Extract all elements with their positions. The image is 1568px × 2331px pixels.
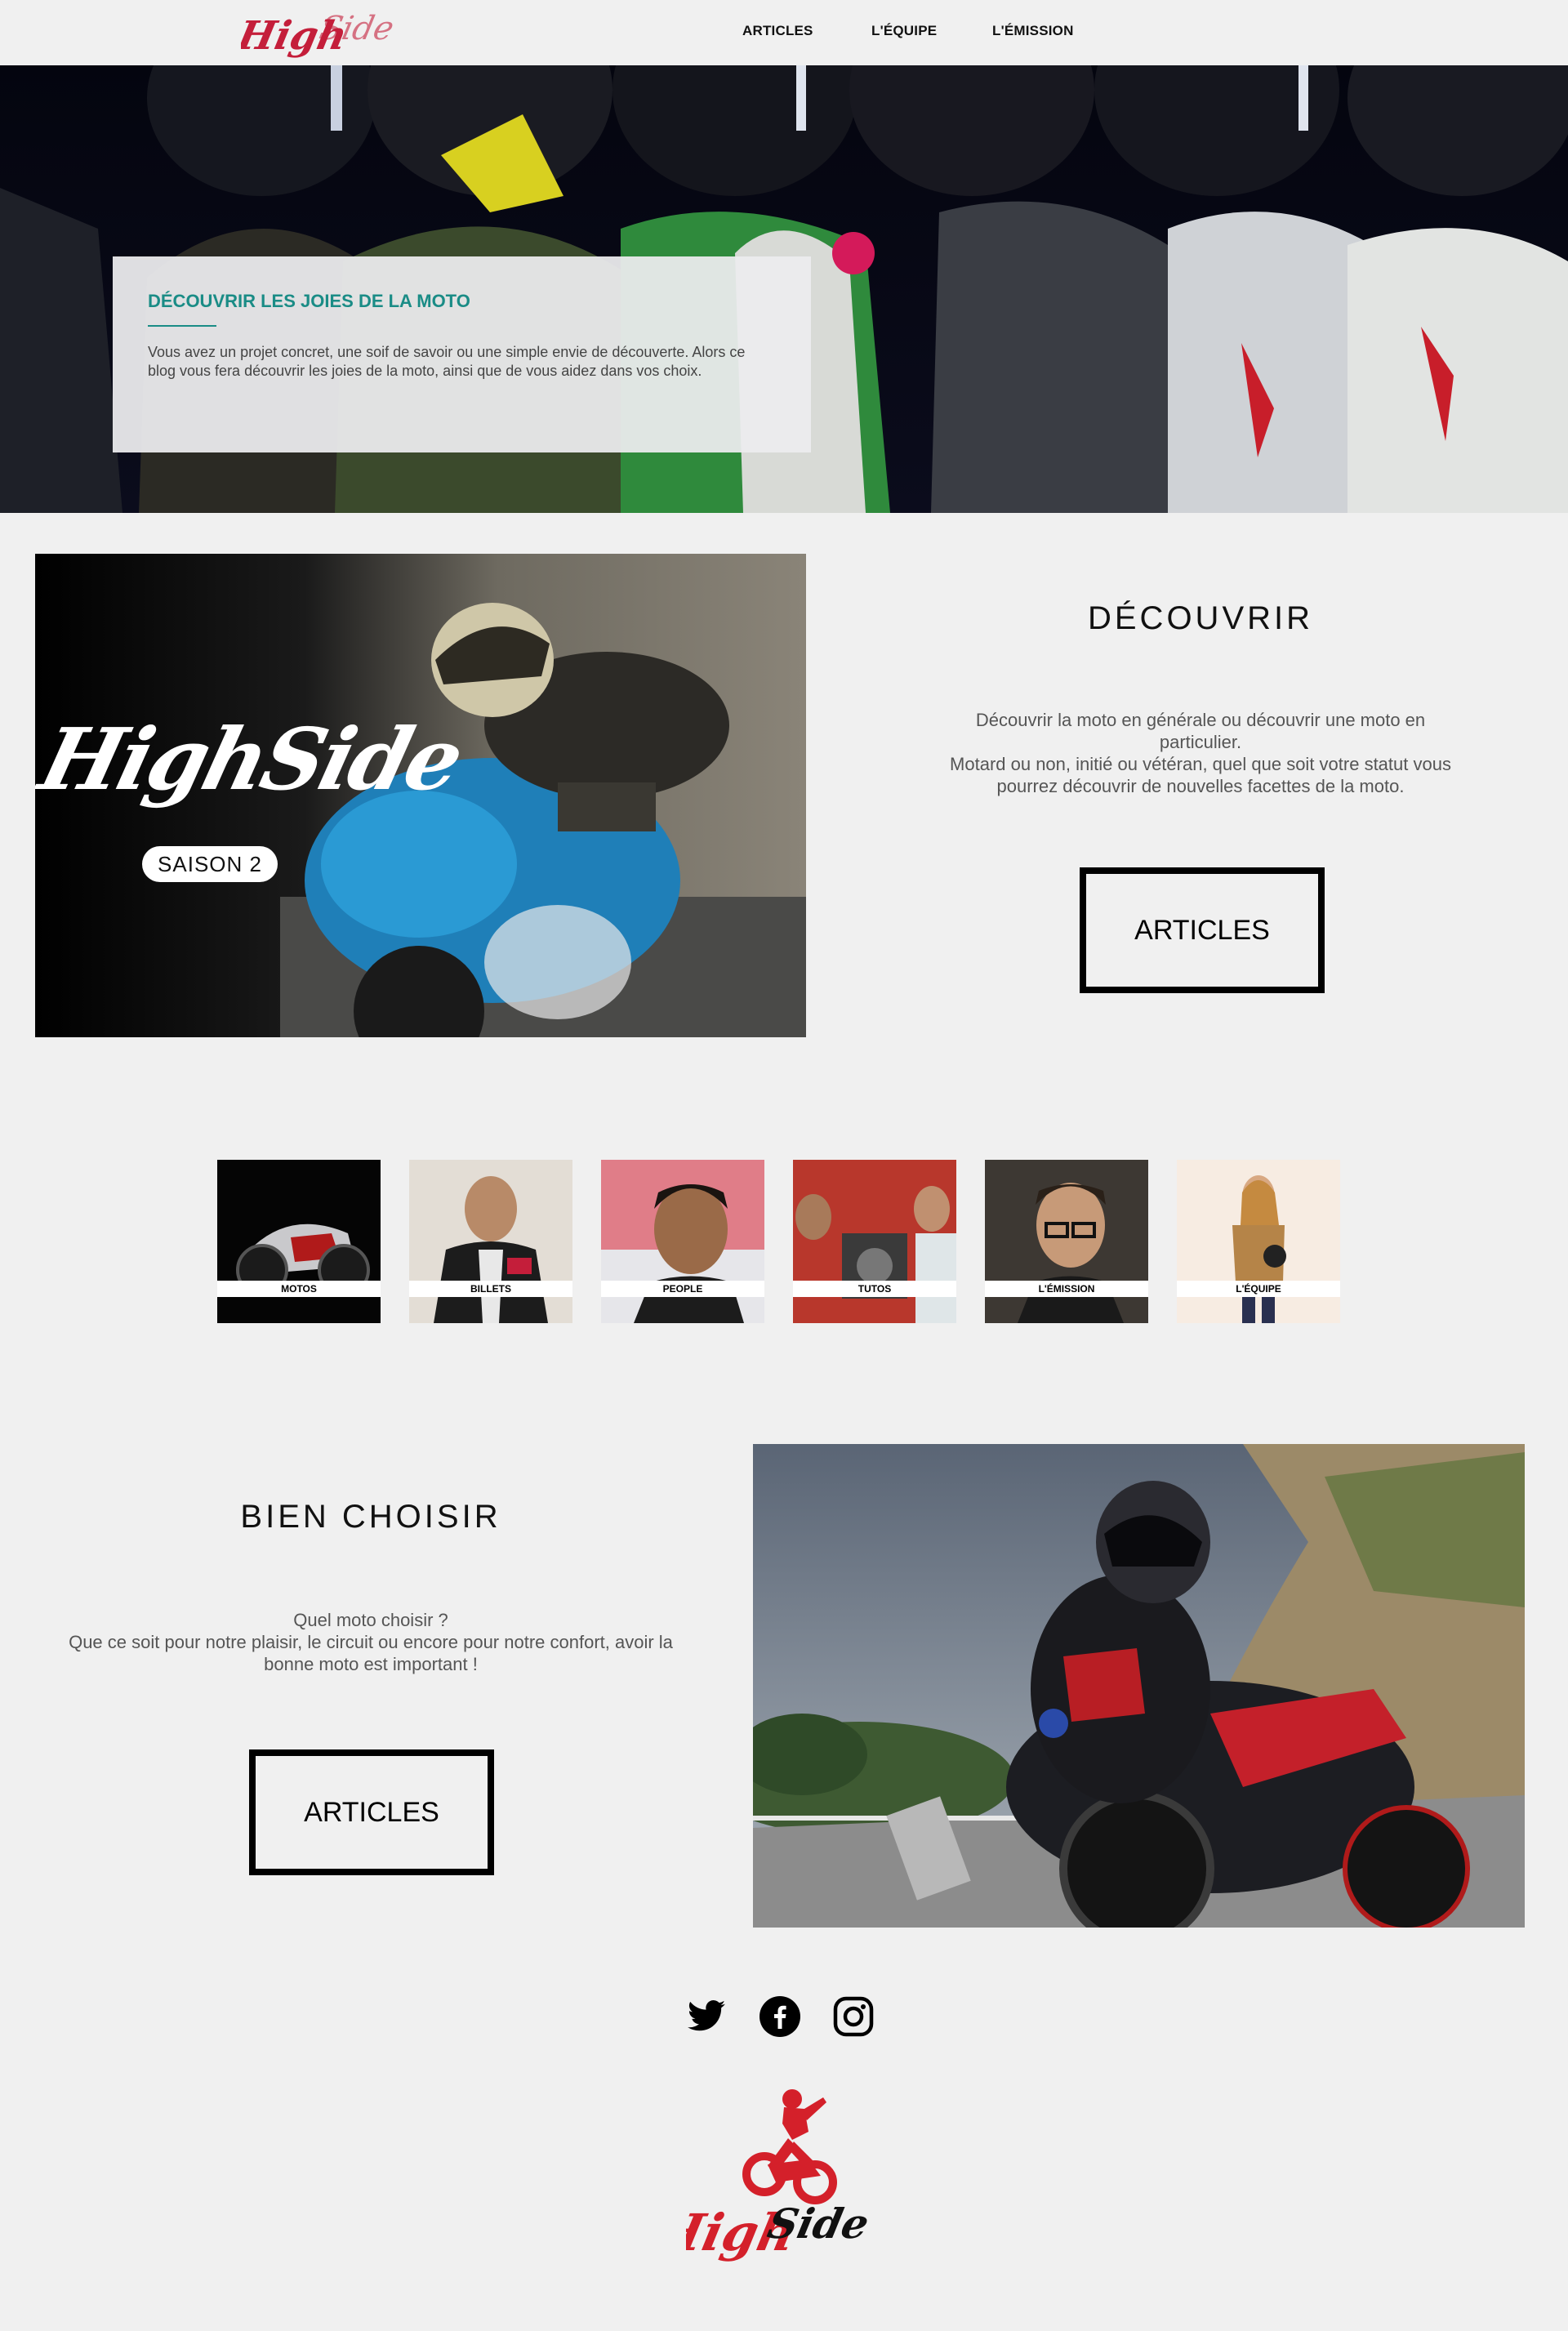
category-emission[interactable]: L'ÉMISSION: [985, 1160, 1148, 1323]
choose-title: BIEN CHOISIR: [240, 1499, 501, 1535]
category-label: TUTOS: [793, 1281, 956, 1297]
facebook-icon[interactable]: [760, 1996, 800, 2037]
footer-logo[interactable]: High Side: [648, 2075, 882, 2279]
header-logo[interactable]: High Side: [232, 2, 404, 64]
category-tutos[interactable]: TUTOS: [793, 1160, 956, 1323]
choose-image: [753, 1444, 1525, 1928]
category-label: MOTOS: [217, 1281, 381, 1297]
discover-title: DÉCOUVRIR: [1087, 600, 1314, 636]
twitter-icon[interactable]: [686, 1996, 727, 2037]
season-badge: SAISON 2: [142, 846, 278, 882]
discover-text: Découvrir la moto en générale ou découvr…: [950, 710, 1451, 796]
category-motos[interactable]: MOTOS: [217, 1160, 381, 1323]
category-label: BILLETS: [409, 1281, 572, 1297]
choose-text: Quel moto choisir ? Que ce soit pour not…: [69, 1610, 673, 1674]
instagram-icon[interactable]: [833, 1996, 874, 2037]
nav-articles[interactable]: ARTICLES: [742, 23, 813, 39]
people-image: [601, 1160, 764, 1323]
hero-title: DÉCOUVRIR LES JOIES DE LA MOTO: [148, 291, 470, 311]
motos-image: [217, 1160, 381, 1323]
equipe-image: [1177, 1160, 1340, 1323]
category-label: L'ÉMISSION: [985, 1281, 1148, 1297]
category-people[interactable]: PEOPLE: [601, 1160, 764, 1323]
hero-text: Vous avez un projet concret, une soif de…: [148, 344, 746, 379]
tutos-image: [793, 1160, 956, 1323]
category-billets[interactable]: BILLETS: [409, 1160, 572, 1323]
emission-image: [985, 1160, 1148, 1323]
site-header: High Side ARTICLES L'ÉQUIPE L'ÉMISSION: [0, 0, 1568, 66]
hero-card: DÉCOUVRIR LES JOIES DE LA MOTO Vous avez…: [113, 256, 811, 452]
hero-divider: [148, 325, 216, 327]
choose-articles-button[interactable]: ARTICLES: [249, 1749, 494, 1875]
billets-image: [409, 1160, 572, 1323]
footer-logo-side: Side: [764, 2200, 873, 2248]
category-equipe[interactable]: L'ÉQUIPE: [1177, 1160, 1340, 1323]
discover-articles-button[interactable]: ARTICLES: [1080, 867, 1325, 993]
category-label: PEOPLE: [601, 1281, 764, 1297]
hero-banner: DÉCOUVRIR LES JOIES DE LA MOTO Vous avez…: [0, 65, 1568, 513]
nav-emission[interactable]: L'ÉMISSION: [992, 23, 1074, 39]
category-label: L'ÉQUIPE: [1177, 1281, 1340, 1297]
discover-image-brand: HighSide: [35, 709, 470, 809]
svg-text:Side: Side: [316, 8, 398, 47]
nav-equipe[interactable]: L'ÉQUIPE: [871, 23, 937, 39]
discover-image: HighSide SAISON 2: [35, 554, 806, 1037]
